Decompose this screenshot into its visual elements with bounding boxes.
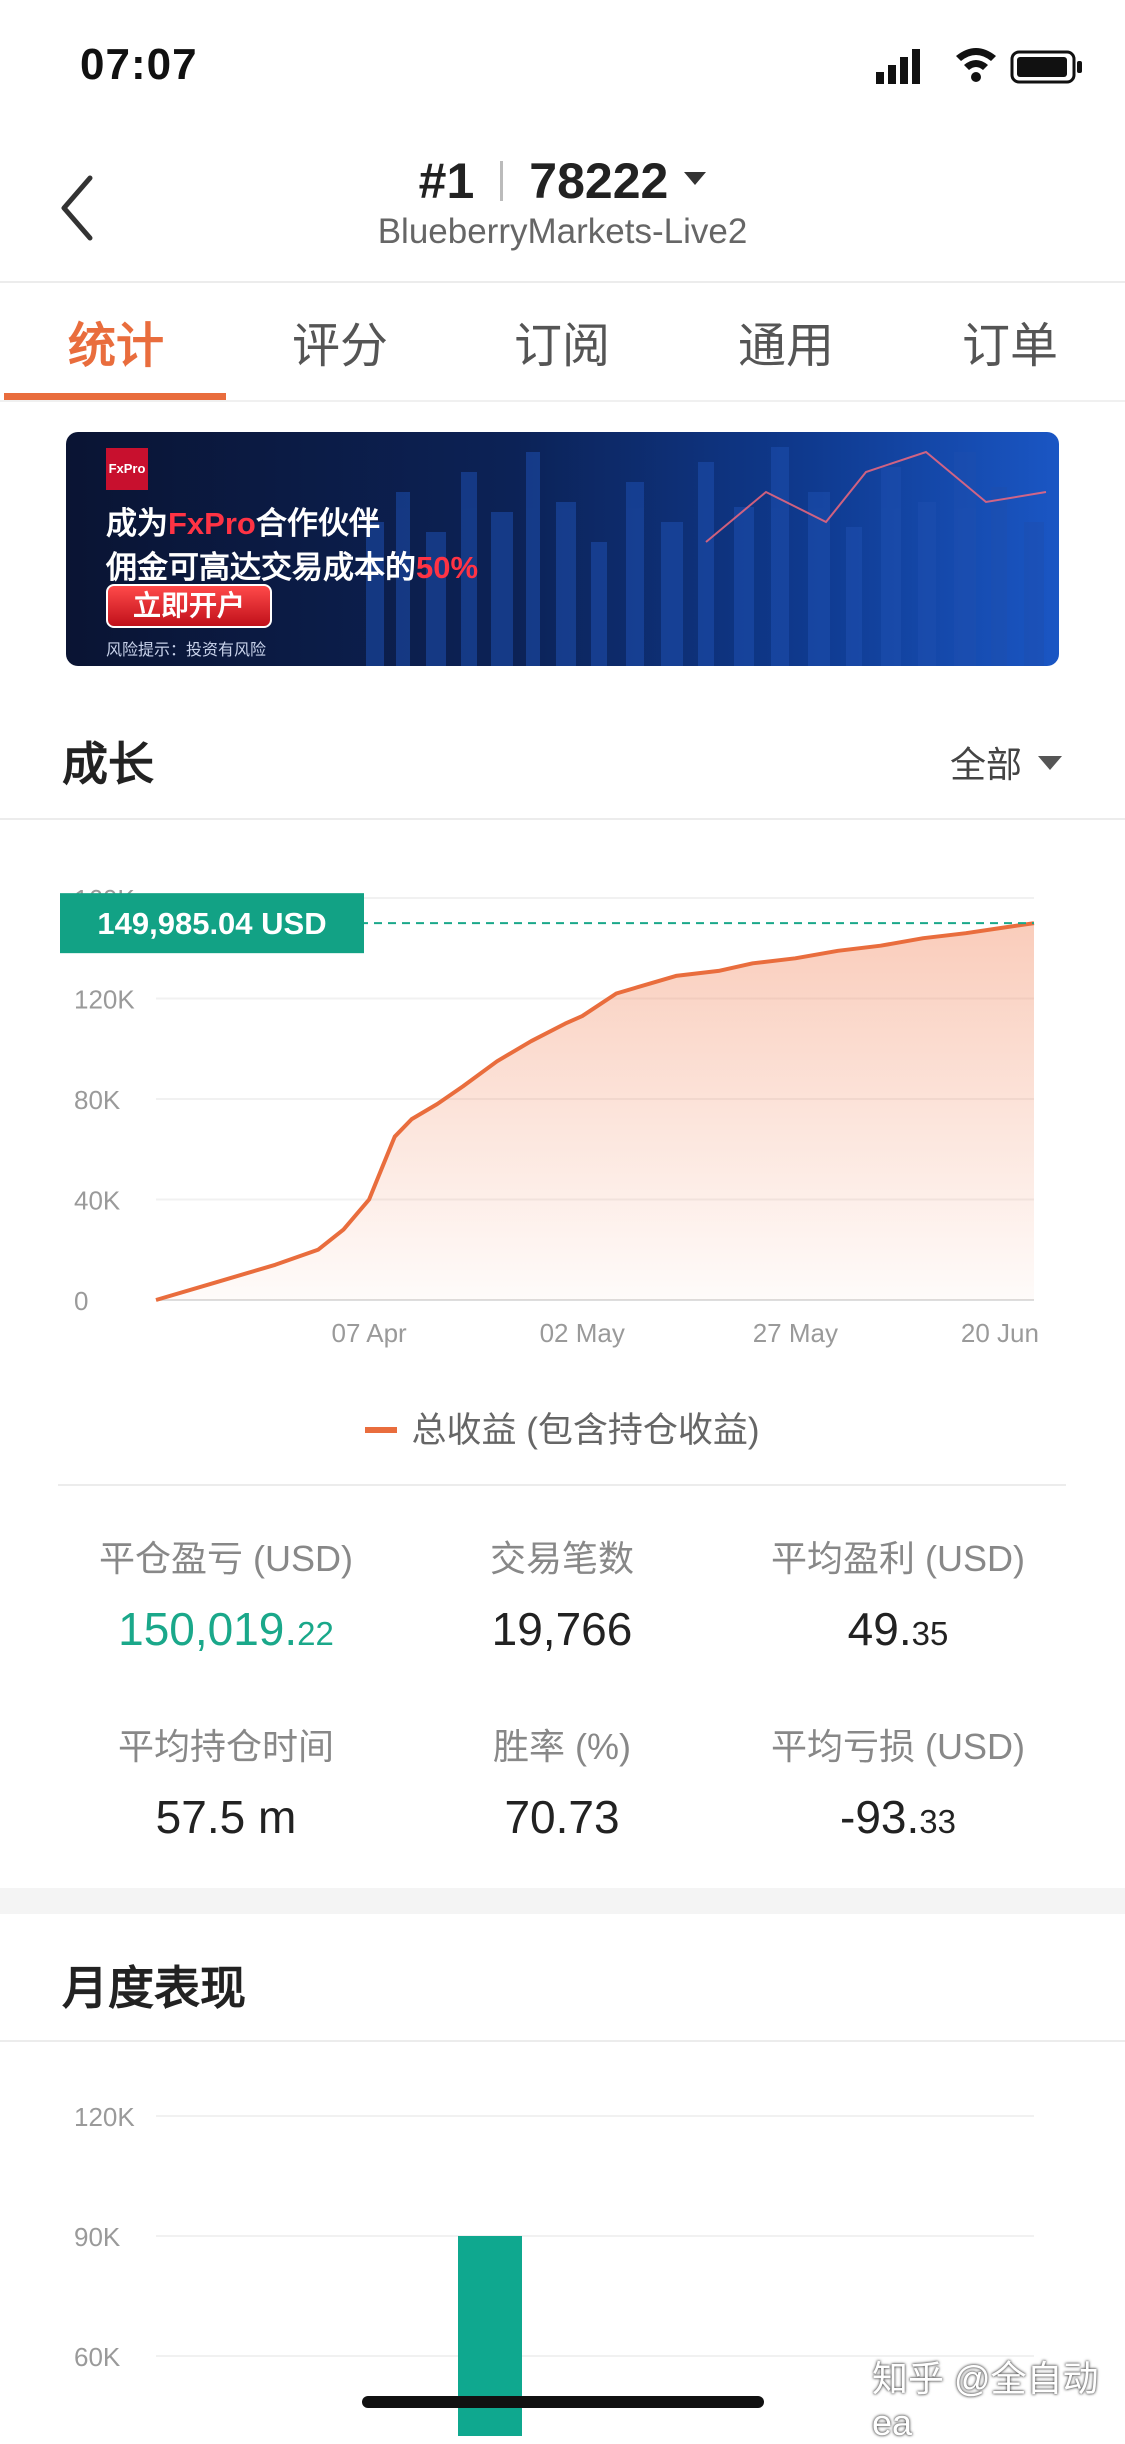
promo-banner[interactable]: FxPro 成为FxPro合作伙伴 佣金可高达交易成本的50% 立即开户 风险提… <box>66 432 1059 666</box>
battery-icon <box>1012 52 1082 82</box>
divider <box>0 818 1125 820</box>
x-tick-label: 02 May <box>540 1318 625 1348</box>
caret-down-icon <box>684 172 706 185</box>
y-tick-label: 0 <box>74 1286 88 1316</box>
tab-subscription[interactable]: 订阅 <box>450 306 674 366</box>
tab-stats[interactable]: 统计 <box>4 306 228 366</box>
legend-label: 总收益 (包含持仓收益) <box>411 1411 759 1450</box>
status-icons <box>876 46 1086 90</box>
tab-general[interactable]: 通用 <box>674 306 898 366</box>
y-tick-label: 60K <box>74 2342 121 2372</box>
divider <box>58 1484 1066 1486</box>
account-server: BlueberryMarkets-Live2 <box>0 212 1125 252</box>
growth-chart: 040K80K120K160K07 Apr02 May27 May20 Jun1… <box>0 880 1125 1360</box>
signal-icon <box>876 49 920 84</box>
account-number: 78222 <box>529 153 668 209</box>
tab-indicator <box>4 393 226 400</box>
account-prefix: #1 <box>419 153 475 209</box>
y-tick-label: 120K <box>74 985 135 1015</box>
fxpro-logo: FxPro <box>106 448 148 490</box>
y-tick-label: 40K <box>74 1186 121 1216</box>
stat-closed-pnl: 平仓盈亏 (USD) 150,019.22 <box>56 1530 396 1656</box>
home-indicator[interactable] <box>362 2396 764 2408</box>
tab-orders[interactable]: 订单 <box>898 306 1122 366</box>
separator <box>500 161 503 201</box>
stat-trade-count: 交易笔数 19,766 <box>392 1530 732 1656</box>
stat-win-rate: 胜率 (%) 70.73 <box>392 1718 732 1844</box>
y-tick-label: 120K <box>74 2102 135 2132</box>
x-tick-label: 20 Jun <box>961 1318 1039 1348</box>
wifi-icon <box>956 48 996 82</box>
divider <box>0 2040 1125 2042</box>
current-value-label: 149,985.04 USD <box>97 906 326 941</box>
tab-rating[interactable]: 评分 <box>228 306 452 366</box>
stat-avg-hold-time: 平均持仓时间 57.5 m <box>56 1718 396 1844</box>
range-dropdown[interactable]: 全部 <box>950 736 1062 788</box>
y-tick-label: 80K <box>74 1085 121 1115</box>
stat-avg-profit: 平均盈利 (USD) 49.35 <box>728 1530 1068 1656</box>
watermark: 知乎 @全自动ea <box>872 2350 1125 2444</box>
chart-legend: 总收益 (包含持仓收益) <box>0 1402 1125 1453</box>
section-title-growth: 成长 <box>62 728 154 794</box>
section-title-monthly: 月度表现 <box>62 1952 246 2018</box>
banner-subline: 佣金可高达交易成本的50% <box>106 542 478 587</box>
caret-down-icon <box>1038 756 1062 770</box>
status-time: 07:07 <box>80 40 198 90</box>
risk-warning: 风险提示：投资有风险 <box>106 636 266 660</box>
open-account-button[interactable]: 立即开户 <box>106 584 272 628</box>
x-tick-label: 27 May <box>753 1318 838 1348</box>
legend-swatch <box>365 1427 397 1433</box>
x-tick-label: 07 Apr <box>332 1318 408 1348</box>
banner-headline: 成为FxPro合作伙伴 <box>106 498 380 543</box>
stat-avg-loss: 平均亏损 (USD) -93.33 <box>728 1718 1068 1844</box>
divider <box>0 400 1125 402</box>
divider <box>0 281 1125 283</box>
section-spacer <box>0 1888 1125 1914</box>
account-selector[interactable]: #1 78222 <box>0 152 1125 210</box>
y-tick-label: 90K <box>74 2222 121 2252</box>
series-area <box>156 923 1034 1300</box>
